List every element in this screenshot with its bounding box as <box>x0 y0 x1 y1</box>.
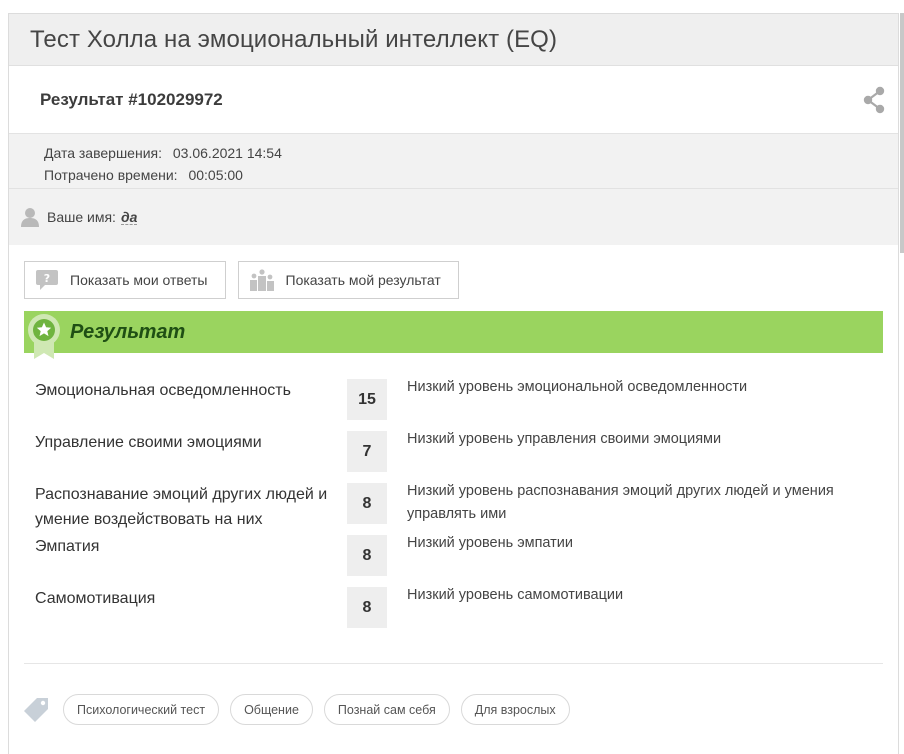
time-spent-label: Потрачено времени: <box>44 166 178 183</box>
tag-icon <box>23 697 49 723</box>
show-answers-label: Показать мои ответы <box>70 272 208 288</box>
tag-chip[interactable]: Психологический тест <box>63 694 220 725</box>
score-row: Эмпатия 8 Низкий уровень эмпатии <box>35 532 885 584</box>
result-header: Результат #102029972 <box>9 66 898 134</box>
score-description: Низкий уровень эмпатии <box>407 535 574 551</box>
score-value: 15 <box>347 379 387 420</box>
podium-icon <box>249 269 274 291</box>
score-description: Низкий уровень распознавания эмоций друг… <box>407 483 834 522</box>
section-title: Результат <box>70 320 186 343</box>
score-name: Самомотивация <box>35 590 156 607</box>
result-section-banner: Результат <box>24 311 883 359</box>
score-name: Эмоциональная осведомленность <box>35 382 291 399</box>
show-result-label: Показать мой результат <box>285 272 441 288</box>
show-result-button[interactable]: Показать мой результат <box>237 261 459 299</box>
score-description: Низкий уровень эмоциональной осведомленн… <box>407 379 748 395</box>
time-spent-value: 00:05:00 <box>188 166 243 183</box>
score-row: Самомотивация 8 Низкий уровень самомотив… <box>35 584 885 636</box>
show-answers-button[interactable]: ? Показать мои ответы <box>24 261 226 299</box>
result-meta: Дата завершения: 03.06.2021 14:54 Потрач… <box>9 134 898 189</box>
score-value: 8 <box>347 483 387 524</box>
divider <box>24 663 883 664</box>
score-value: 7 <box>347 431 387 472</box>
score-name: Эмпатия <box>35 538 100 555</box>
share-icon[interactable] <box>862 86 886 114</box>
tag-chip[interactable]: Познай сам себя <box>323 694 450 725</box>
tag-list: Психологический тест Общение Познай сам … <box>23 694 581 725</box>
page-title: Тест Холла на эмоциональный интеллект (E… <box>9 14 898 66</box>
user-name-row: Ваше имя: да <box>9 189 898 245</box>
tag-chip[interactable]: Общение <box>230 694 313 725</box>
user-name-value[interactable]: да <box>120 210 138 225</box>
user-icon <box>21 207 39 227</box>
tag-chip[interactable]: Для взрослых <box>460 694 570 725</box>
score-description: Низкий уровень управления своими эмоциям… <box>407 431 722 447</box>
score-value: 8 <box>347 587 387 628</box>
award-badge-icon <box>26 313 62 366</box>
result-card: Тест Холла на эмоциональный интеллект (E… <box>8 13 899 754</box>
scores-list: Эмоциональная осведомленность 15 Низкий … <box>35 376 885 636</box>
score-row: Распознавание эмоций других людей и умен… <box>35 480 885 532</box>
score-name: Управление своими эмоциями <box>35 434 262 451</box>
score-name: Распознавание эмоций других людей и умен… <box>35 486 328 528</box>
question-chat-icon: ? <box>36 270 58 290</box>
svg-text:?: ? <box>44 272 50 285</box>
score-row: Эмоциональная осведомленность 15 Низкий … <box>35 376 885 428</box>
score-value: 8 <box>347 535 387 576</box>
result-id: Результат #102029972 <box>40 89 223 109</box>
scrollbar[interactable] <box>900 13 904 253</box>
user-name-label: Ваше имя: <box>47 209 116 225</box>
score-row: Управление своими эмоциями 7 Низкий уров… <box>35 428 885 480</box>
action-buttons: ? Показать мои ответы Показать мой резул… <box>24 261 459 299</box>
score-description: Низкий уровень самомотивации <box>407 587 624 603</box>
completed-label: Дата завершения: <box>44 145 162 161</box>
completed-value: 03.06.2021 14:54 <box>172 145 282 161</box>
